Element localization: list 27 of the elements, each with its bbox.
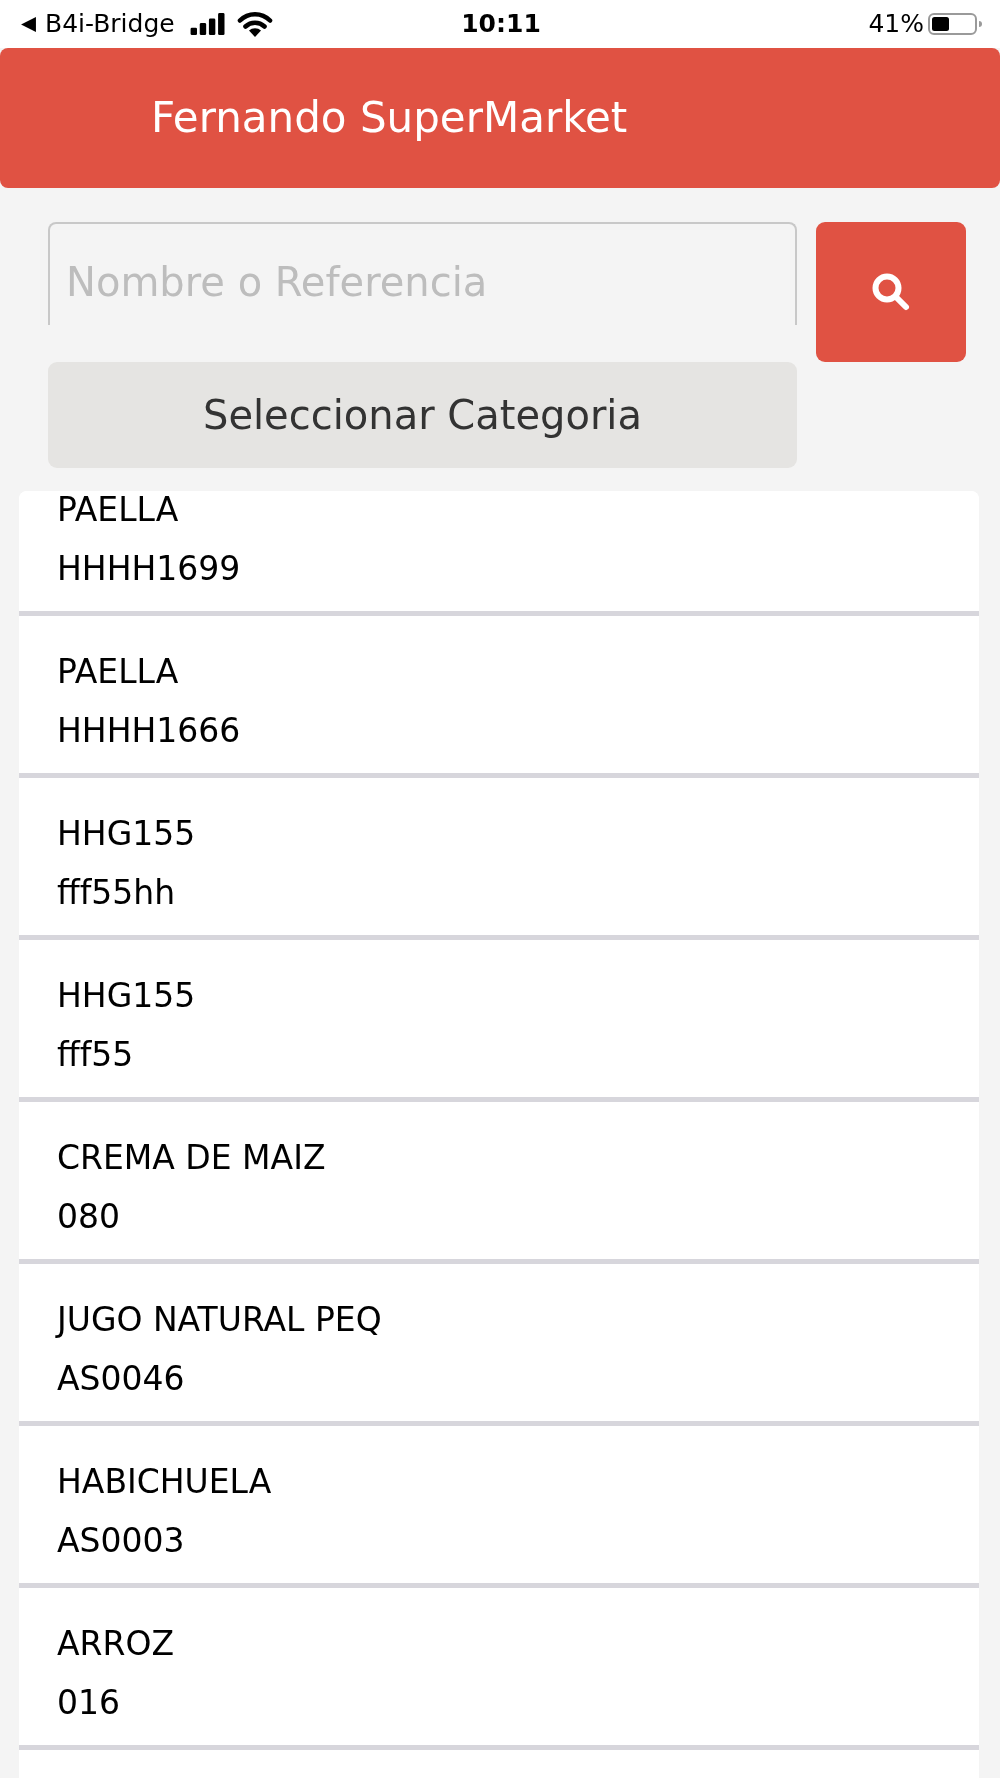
back-app-link[interactable]: B4i-Bridge	[45, 9, 175, 39]
product-reference: AS0003	[57, 1520, 185, 1562]
search-icon	[871, 272, 911, 312]
app-title: Fernando SuperMarket	[151, 93, 628, 143]
product-name: ARROZ	[57, 1623, 174, 1665]
product-name: PAELLA	[57, 491, 179, 531]
product-name: CREMA DE MAIZ	[57, 1137, 326, 1179]
back-arrow-icon	[20, 15, 37, 33]
product-reference: AS0046	[57, 1358, 185, 1400]
signal-icon	[188, 13, 227, 35]
status-time: 10:11	[461, 9, 541, 39]
battery-icon	[928, 13, 982, 35]
product-name: HHG155	[57, 975, 196, 1017]
search-button[interactable]	[816, 222, 966, 362]
product-reference: 016	[57, 1682, 120, 1724]
product-reference: fff55	[57, 1034, 134, 1076]
product-reference: HHHH1666	[57, 710, 241, 752]
product-name: HHG155	[57, 813, 196, 855]
wifi-icon	[236, 11, 273, 37]
product-name: HABICHUELA	[57, 1461, 272, 1503]
battery-percent: 41%	[868, 9, 924, 39]
product-reference: fff55hh	[57, 872, 176, 914]
product-name: JUGO NATURAL PEQ	[57, 1299, 382, 1341]
category-button[interactable]: Seleccionar Categoria	[48, 362, 797, 468]
product-reference: HHHH1699	[57, 548, 241, 590]
product-name: PAELLA	[57, 651, 179, 693]
product-reference: 080	[57, 1196, 120, 1238]
